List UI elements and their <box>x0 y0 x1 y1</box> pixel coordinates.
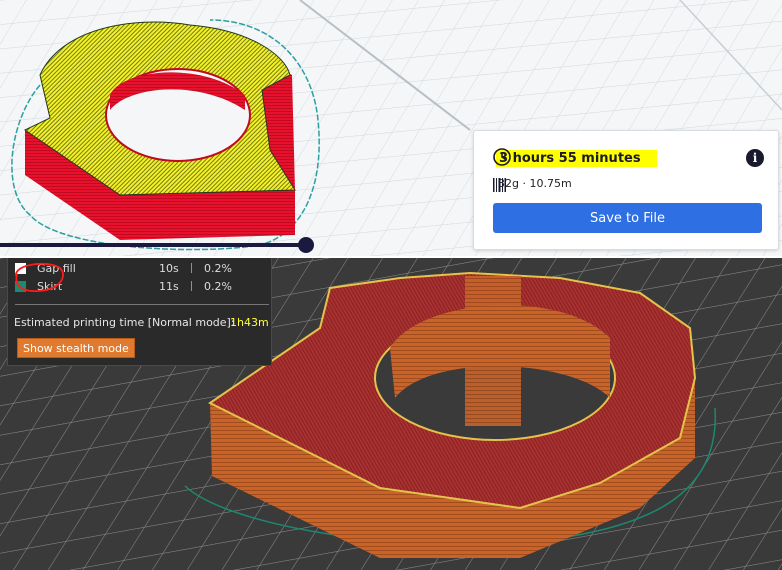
save-to-file-button[interactable]: Save to File <box>493 203 762 233</box>
highlight-circle-annotation <box>15 262 64 292</box>
feature-bar <box>191 263 192 273</box>
show-stealth-mode-button[interactable]: Show stealth mode <box>17 338 135 358</box>
panel-divider <box>15 304 269 305</box>
cura-viewport[interactable]: 3 hours 55 minutes i 32g · 10.75m Save t… <box>0 0 782 258</box>
print-time-row: 3 hours 55 minutes <box>492 147 657 169</box>
print-info-card: 3 hours 55 minutes i 32g · 10.75m Save t… <box>473 130 779 250</box>
estimated-time-label: Estimated printing time [Normal mode]: <box>14 316 235 329</box>
spool-icon <box>493 178 506 192</box>
slice-statistics-panel: Gap fill 10s 0.2% Skirt 11s 0.2% Estimat… <box>7 258 272 366</box>
feature-percent: 0.2% <box>204 261 232 275</box>
model-pillar <box>465 276 521 426</box>
material-usage-text: 32g · 10.75m <box>498 177 572 190</box>
feature-time: 10s <box>159 261 179 275</box>
feature-bar <box>191 281 192 291</box>
estimated-time-value: 1h43m <box>230 316 269 329</box>
material-usage-row: 32g · 10.75m <box>492 177 572 192</box>
layer-slider-handle <box>298 237 314 253</box>
clock-icon <box>493 148 511 166</box>
print-time-text: 3 hours 55 minutes <box>496 149 657 167</box>
feature-percent: 0.2% <box>204 279 232 293</box>
prusaslicer-viewport[interactable]: Gap fill 10s 0.2% Skirt 11s 0.2% Estimat… <box>0 258 782 570</box>
feature-time: 11s <box>159 279 179 293</box>
info-icon[interactable]: i <box>746 149 764 167</box>
model-front-wall <box>120 190 295 240</box>
